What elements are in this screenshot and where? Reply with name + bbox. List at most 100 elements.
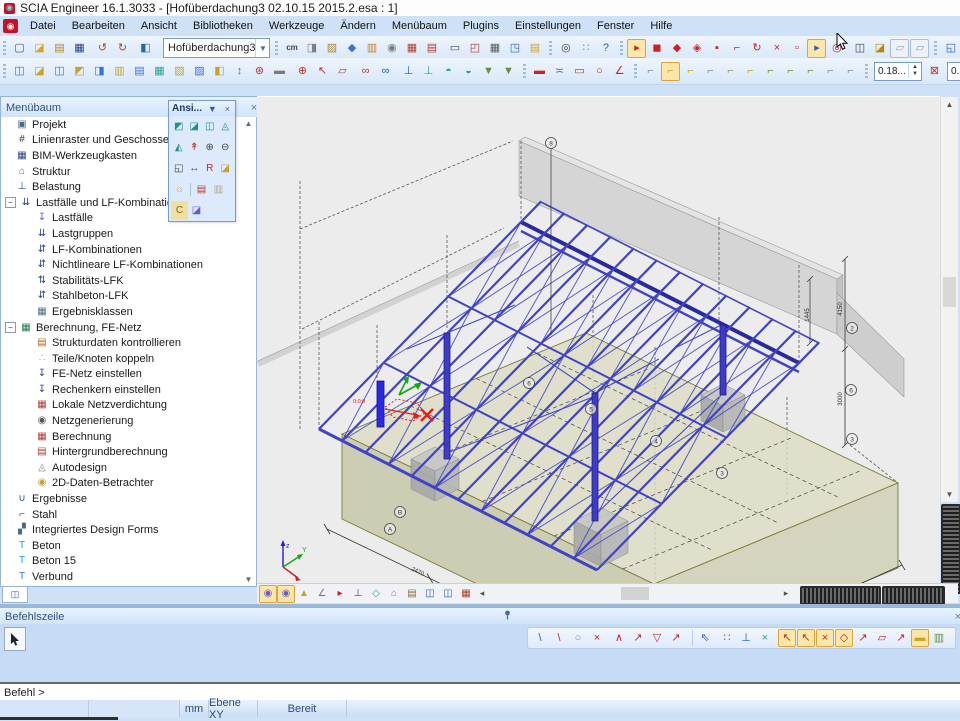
zoom-out-icon[interactable]: ⊖ (218, 138, 234, 157)
notebook-icon[interactable]: ▤ (403, 585, 421, 603)
snap-node-icon[interactable]: ↗ (892, 629, 910, 647)
pin-icon[interactable] (501, 610, 515, 623)
view-side-icon[interactable]: ◫ (202, 117, 218, 136)
viewport-vscrollbar[interactable]: ▲ ▼ (940, 97, 958, 502)
zoom-in-icon[interactable]: ⊕ (202, 138, 218, 157)
supports-display-icon[interactable]: ⊥ (349, 585, 367, 603)
section-display-icon[interactable]: ▸ (331, 585, 349, 603)
snap-endpoint-icon[interactable]: ↖ (778, 629, 796, 647)
view-palette-header[interactable]: Ansi... ▼ × (169, 101, 235, 116)
tree-scroll-down-icon[interactable]: ▼ (242, 575, 255, 584)
display-model-data-icon[interactable]: × (767, 39, 786, 58)
tree-item-lastgruppen[interactable]: ⇊Lastgruppen (1, 226, 256, 242)
frame-tool-5-icon[interactable]: ⌐ (721, 62, 740, 81)
chevron-down-icon[interactable]: ▼ (255, 39, 269, 57)
snap-angle-icon[interactable]: ∧ (610, 629, 628, 647)
zoom-all-icon[interactable]: ↔ (187, 159, 203, 178)
close-icon[interactable]: × (951, 611, 960, 623)
chevron-down-icon[interactable]: ▼ (206, 104, 219, 114)
tree-item-autodesign[interactable]: ◬Autodesign (1, 460, 256, 476)
solid-display-icon[interactable]: ◆ (342, 39, 361, 58)
snap-triangle-icon[interactable]: ▽ (648, 629, 666, 647)
refinement-spinner[interactable]: 0.5 ▲▼ (947, 62, 960, 81)
rendering-settings-icon[interactable]: ▨ (322, 39, 341, 58)
beam-tool-2-icon[interactable]: ◪ (30, 62, 49, 81)
snap-circle-icon[interactable]: ○ (569, 629, 587, 647)
snap-parallel-icon[interactable]: ▱ (873, 629, 891, 647)
tree-item-lokale-netzverdichtung[interactable]: ▦Lokale Netzverdichtung (1, 398, 256, 414)
viewport-resize-bar-2[interactable] (882, 586, 945, 605)
connect-members-icon[interactable]: ∞ (356, 62, 375, 81)
draw-rectangle-icon[interactable]: ▭ (570, 62, 589, 81)
picture-gallery-icon[interactable]: ▤ (525, 39, 544, 58)
beam-tool-11-icon[interactable]: ◧ (210, 62, 229, 81)
tree-item-2d-daten-betrachter[interactable]: ◉2D-Daten-Betrachter (1, 476, 256, 492)
frame-tool-4-icon[interactable]: ⌐ (701, 62, 720, 81)
dimension-query-icon[interactable]: ? (596, 39, 615, 58)
grid-settings-2-icon[interactable]: ◫ (439, 585, 457, 603)
tree-scroll-up-icon[interactable]: ▲ (242, 119, 255, 128)
frame-tool-2-icon[interactable]: ⌐ (661, 62, 680, 81)
support-tool-2-icon[interactable]: ⊥ (419, 62, 438, 81)
view-palette[interactable]: Ansi... ▼ × ◩◪◫◬◭↟⊕⊖◱↔R◪☼▤▥C◪ (168, 100, 236, 222)
new-project-icon[interactable]: ▢ (10, 39, 29, 58)
snap-orthogonal-icon[interactable]: ◇ (835, 629, 853, 647)
draw-circle-icon[interactable]: ○ (590, 62, 609, 81)
menu-item-menbaum[interactable]: Menübaum (384, 17, 455, 35)
snap-table-icon[interactable]: ▥ (930, 629, 948, 647)
light-settings-icon[interactable]: ☼ (171, 180, 188, 199)
camera-walk-icon[interactable]: ↟ (187, 138, 203, 157)
expander-icon[interactable]: − (5, 322, 16, 333)
frame-tool-1-icon[interactable]: ⌐ (641, 62, 660, 81)
snap-tangent-icon[interactable]: ↗ (629, 629, 647, 647)
select-cursor-button[interactable] (4, 627, 26, 651)
snap-ortho-icon[interactable]: ⊥ (737, 629, 755, 647)
split-view-icon[interactable]: ◫ (850, 39, 869, 58)
mesh-settings-icon[interactable]: ▦ (457, 585, 475, 603)
model-viewport[interactable]: 0;0;041503000144524702470247058108263654… (257, 96, 940, 584)
tree-item-berechnung-fe-netz[interactable]: −▦Berechnung, FE-Netz (1, 320, 256, 336)
beam-tool-7-icon[interactable]: ▤ (130, 62, 149, 81)
menutree-tab[interactable]: ◫ (2, 587, 28, 603)
zoom-previous-icon[interactable]: R (202, 159, 218, 178)
beam-tool-3-icon[interactable]: ◫ (50, 62, 69, 81)
spinner-arrows-icon[interactable]: ▲▼ (908, 64, 921, 77)
measure-icon[interactable]: ∠ (313, 585, 331, 603)
beam-tool-12-icon[interactable]: ↕ (230, 62, 249, 81)
shrink-members-icon[interactable]: ◇ (367, 585, 385, 603)
menu-item-werkzeuge[interactable]: Werkzeuge (261, 17, 332, 35)
frame-tool-9-icon[interactable]: ⌐ (801, 62, 820, 81)
frame-tool-8-icon[interactable]: ⌐ (781, 62, 800, 81)
export-document-icon[interactable]: ◳ (505, 39, 524, 58)
beam-tool-6-icon[interactable]: ▥ (110, 62, 129, 81)
view-perspective-icon[interactable]: ◉ (259, 585, 277, 603)
menu-item-hilfe[interactable]: Hilfe (642, 17, 680, 35)
beam-tool-9-icon[interactable]: ▧ (170, 62, 189, 81)
draw-line-icon[interactable]: ▬ (530, 62, 549, 81)
frame-tool-10-icon[interactable]: ⌐ (821, 62, 840, 81)
snap-line-grid-icon[interactable]: ▬ (911, 629, 929, 647)
display-local-axes-icon[interactable]: ↻ (747, 39, 766, 58)
member-labels-icon[interactable]: ▥ (362, 39, 381, 58)
snap-line-icon[interactable]: \ (531, 629, 549, 647)
display-numbering-icon[interactable]: ▫ (787, 39, 806, 58)
tree-item-nichtlineare-lf-kombinationen[interactable]: ⇵Nichtlineare LF-Kombinationen (1, 257, 256, 273)
calculator-icon[interactable]: ▦ (485, 39, 504, 58)
center-target-icon[interactable]: ◎ (827, 39, 846, 58)
support-tool-5-icon[interactable]: ▼ (479, 62, 498, 81)
print-picture-disabled-icon[interactable]: ▥ (210, 180, 227, 199)
support-tool-1-icon[interactable]: ⊥ (399, 62, 418, 81)
menu-item-einstellungen[interactable]: Einstellungen (507, 17, 589, 35)
view-corner-icon[interactable]: ◭ (171, 138, 187, 157)
vscroll-thumb[interactable] (943, 277, 956, 307)
measure-angle-icon[interactable]: ∠ (610, 62, 629, 81)
display-member-system-icon[interactable]: ⌐ (727, 39, 746, 58)
menu-item-bibliotheken[interactable]: Bibliotheken (185, 17, 261, 35)
tree-item-strukturdaten-kontrollieren[interactable]: ▤Strukturdaten kontrollieren (1, 335, 256, 351)
tree-item-stabilit-ts-lfk[interactable]: ⇅Stabilitäts-LFK (1, 273, 256, 289)
view-parameters-icon[interactable]: ◨ (302, 39, 321, 58)
render-settings-icon[interactable]: ◪ (188, 201, 205, 220)
move-node-icon[interactable]: ⊕ (293, 62, 312, 81)
layer-filter-1-icon[interactable]: ▱ (890, 39, 909, 58)
undo-icon[interactable]: ↺ (93, 39, 112, 58)
